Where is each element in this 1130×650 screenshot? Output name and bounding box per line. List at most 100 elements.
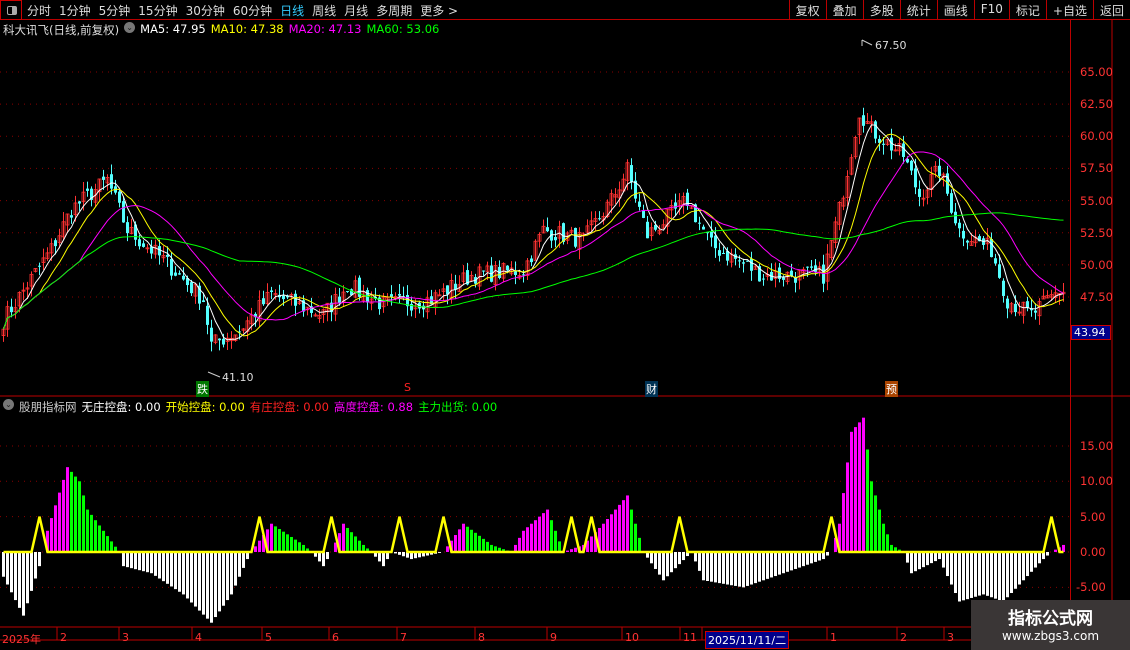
indicator-tick: 5.00 [1080, 509, 1106, 524]
price-tick: 60.00 [1080, 129, 1113, 144]
indicator-bar [974, 552, 977, 597]
indicator-bar [102, 530, 105, 552]
high-price-label: 67.50 [875, 39, 907, 52]
indicator-bar [742, 552, 745, 588]
candle-body [958, 222, 961, 229]
candle-body [118, 191, 121, 203]
indicator-bar [22, 552, 25, 616]
candle-body [398, 294, 401, 296]
candle-body [862, 115, 865, 126]
candle-body [822, 264, 825, 284]
indicator-bar [134, 552, 137, 570]
indicator-bar [1030, 552, 1033, 572]
indicator-bar [226, 552, 229, 601]
indicator-bar [294, 539, 297, 552]
candle-body [882, 143, 885, 145]
candle-body [630, 165, 633, 182]
indicator-bar [202, 552, 205, 615]
indicator-bar [978, 552, 981, 596]
indicator-bar [630, 509, 633, 552]
candle-body [722, 252, 725, 254]
candle-body [122, 201, 125, 223]
event-mark[interactable]: 财 [645, 381, 658, 397]
indicator-bar [766, 552, 769, 579]
indicator-bar [602, 523, 605, 552]
candle-body [170, 258, 173, 276]
indicator-bar [86, 509, 89, 552]
candle-body [1026, 301, 1029, 308]
indicator-bar [278, 529, 281, 552]
signal-line [3, 516, 1064, 554]
indicator-bar [854, 427, 857, 552]
candle-body [738, 260, 741, 262]
candle-body [782, 277, 785, 280]
candle-body [506, 265, 509, 271]
date-tick: 2025年 [2, 633, 41, 646]
date-tick: 11 [683, 631, 697, 644]
date-tick: 5 [265, 631, 272, 644]
indicator-bar [570, 549, 573, 552]
indicator-bar [154, 552, 157, 576]
candle-body [86, 188, 89, 191]
kline-chart[interactable] [0, 0, 1130, 650]
candle-body [642, 210, 645, 218]
candle-body [270, 290, 273, 292]
price-tick: 52.50 [1080, 225, 1113, 240]
indicator-bar [394, 552, 397, 554]
indicator-bar [770, 552, 773, 578]
candle-body [202, 300, 205, 302]
indicator-bar [402, 552, 405, 557]
event-mark[interactable]: 预 [885, 381, 898, 397]
indicator-bar [622, 500, 625, 552]
indicator-bar [950, 552, 953, 585]
indicator-bar [54, 505, 57, 552]
candle-body [674, 202, 677, 209]
indicator-bar [694, 552, 697, 562]
indicator-bar [230, 552, 233, 595]
indicator-bar [130, 552, 133, 569]
indicator-bar [66, 467, 69, 552]
indicator-bar [222, 552, 225, 606]
indicator-bar [382, 552, 385, 567]
indicator-bar [74, 476, 77, 552]
indicator-bar [730, 552, 733, 586]
indicator-bar [534, 520, 537, 552]
indicator-bar [1046, 552, 1049, 556]
candle-body [1014, 303, 1017, 313]
candle-body [702, 226, 705, 230]
price-tick: 65.00 [1080, 65, 1113, 79]
indicator-bar [162, 552, 165, 582]
event-mark[interactable]: S [403, 381, 412, 394]
indicator-bar [214, 552, 217, 618]
candle-body [1034, 310, 1037, 313]
indicator-bar [258, 540, 261, 552]
indicator-bar [982, 552, 985, 595]
candle-body [810, 266, 813, 268]
indicator-bar [178, 552, 181, 592]
candle-body [966, 240, 969, 243]
indicator-bar [62, 479, 65, 552]
candle-body [598, 218, 601, 220]
indicator-bar [954, 552, 957, 594]
event-mark[interactable]: 跌 [196, 381, 209, 397]
candle-body [102, 176, 105, 180]
candle-body [998, 264, 1001, 278]
indicator-bar [846, 462, 849, 552]
date-tick: 3 [122, 631, 129, 644]
ma60-line [3, 212, 1064, 330]
indicator-bar [638, 537, 641, 552]
indicator-bar [870, 481, 873, 552]
indicator-bar [702, 552, 705, 581]
indicator-bar [558, 541, 561, 552]
indicator-bar [678, 552, 681, 565]
indicator-bar [538, 516, 541, 552]
indicator-bar [454, 535, 457, 552]
indicator-bar [806, 552, 809, 565]
indicator-bar [754, 552, 757, 584]
indicator-bar [914, 552, 917, 572]
indicator-bar [962, 552, 965, 601]
indicator-bar [186, 552, 189, 599]
indicator-bar [530, 523, 533, 552]
indicator-bar [798, 552, 801, 568]
indicator-bar [206, 552, 209, 619]
